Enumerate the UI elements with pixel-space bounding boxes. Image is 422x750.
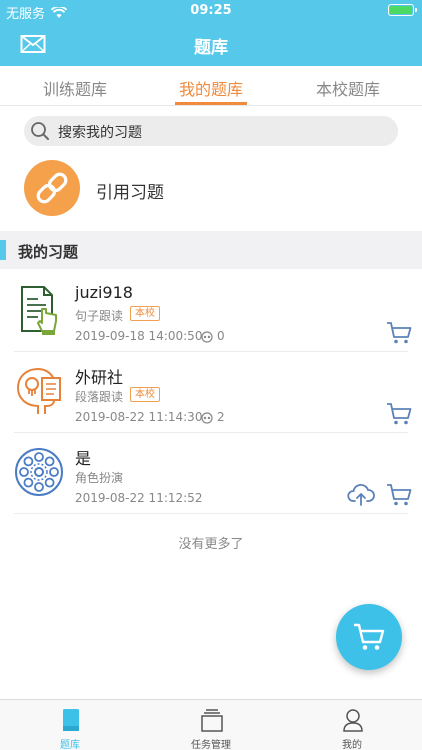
battery-icon bbox=[388, 4, 417, 16]
tab-school-library[interactable]: 本校题库 bbox=[316, 76, 380, 100]
cite-exercises-label: 引用习题 bbox=[96, 183, 164, 203]
cite-exercises-row[interactable]: 引用习题 bbox=[0, 156, 422, 230]
exercise-type: 角色扮演 bbox=[75, 471, 124, 485]
tabbar-item-me[interactable]: 我的 bbox=[282, 700, 422, 750]
tabbar-item-library[interactable]: 题库 bbox=[0, 700, 140, 750]
section-header: 我的习题 bbox=[0, 231, 422, 269]
exercise-type: 段落跟读 bbox=[75, 390, 124, 404]
active-tab-indicator bbox=[175, 102, 247, 105]
tab-training-library[interactable]: 训练题库 bbox=[43, 76, 107, 100]
head-speaking-icon bbox=[16, 367, 61, 414]
school-badge: 本校 bbox=[130, 306, 160, 321]
list-end-text: 没有更多了 bbox=[178, 537, 244, 552]
document-hand-icon bbox=[21, 286, 57, 335]
cart-icon[interactable] bbox=[386, 402, 412, 426]
cart-icon[interactable] bbox=[386, 321, 412, 345]
exercise-views: 0 bbox=[217, 329, 225, 343]
exercise-date: 2019-08-22 11:12:52 bbox=[75, 491, 203, 505]
book-icon bbox=[63, 709, 79, 731]
exercise-item[interactable]: juzi918 句子跟读 本校 2019-09-18 14:00:50 0 bbox=[0, 271, 422, 352]
nav-bar: 题库 bbox=[0, 22, 422, 66]
exercise-item[interactable]: 外研社 段落跟读 本校 2019-08-22 11:14:30 2 bbox=[0, 352, 422, 433]
tabbar-item-tasks[interactable]: 任务管理 bbox=[141, 700, 281, 750]
views-icon bbox=[201, 331, 213, 343]
section-accent-bar bbox=[0, 240, 6, 260]
school-badge: 本校 bbox=[130, 387, 160, 402]
library-tabs: 训练题库 我的题库 本校题库 bbox=[0, 66, 422, 106]
exercise-title: 外研社 bbox=[75, 368, 124, 387]
status-bar: 无服务 09:25 bbox=[0, 0, 422, 22]
cart-fab-button[interactable] bbox=[336, 604, 402, 670]
tabbar-label: 题库 bbox=[60, 740, 80, 750]
link-icon bbox=[36, 172, 68, 204]
exercise-date: 2019-08-22 11:14:30 bbox=[75, 410, 203, 424]
bottom-tab-bar: 题库 任务管理 我的 bbox=[0, 699, 422, 750]
item-divider bbox=[14, 513, 408, 514]
search-input[interactable]: 搜索我的习题 bbox=[24, 116, 398, 146]
cite-circle bbox=[24, 160, 80, 216]
reel-icon bbox=[15, 448, 63, 496]
cart-icon[interactable] bbox=[386, 483, 412, 507]
exercise-type: 句子跟读 bbox=[75, 309, 124, 323]
tabbar-label: 任务管理 bbox=[191, 740, 231, 750]
cart-icon bbox=[354, 623, 385, 650]
status-time: 09:25 bbox=[190, 3, 232, 18]
exercise-date: 2019-09-18 14:00:50 bbox=[75, 329, 203, 343]
cloud-upload-icon[interactable] bbox=[347, 481, 375, 507]
section-title: 我的习题 bbox=[18, 243, 79, 261]
exercise-views: 2 bbox=[217, 410, 225, 424]
tab-my-library[interactable]: 我的题库 bbox=[179, 76, 243, 100]
page-title: 题库 bbox=[194, 38, 228, 58]
person-icon bbox=[343, 709, 363, 732]
views-icon bbox=[201, 412, 213, 424]
tabbar-label: 我的 bbox=[342, 740, 362, 750]
search-icon bbox=[31, 122, 49, 140]
exercise-item[interactable]: 是 角色扮演 2019-08-22 11:12:52 bbox=[0, 433, 422, 514]
exercise-title: juzi918 bbox=[75, 283, 133, 302]
search-placeholder: 搜索我的习题 bbox=[58, 125, 142, 141]
exercise-title: 是 bbox=[75, 449, 92, 468]
stack-icon bbox=[201, 709, 223, 732]
